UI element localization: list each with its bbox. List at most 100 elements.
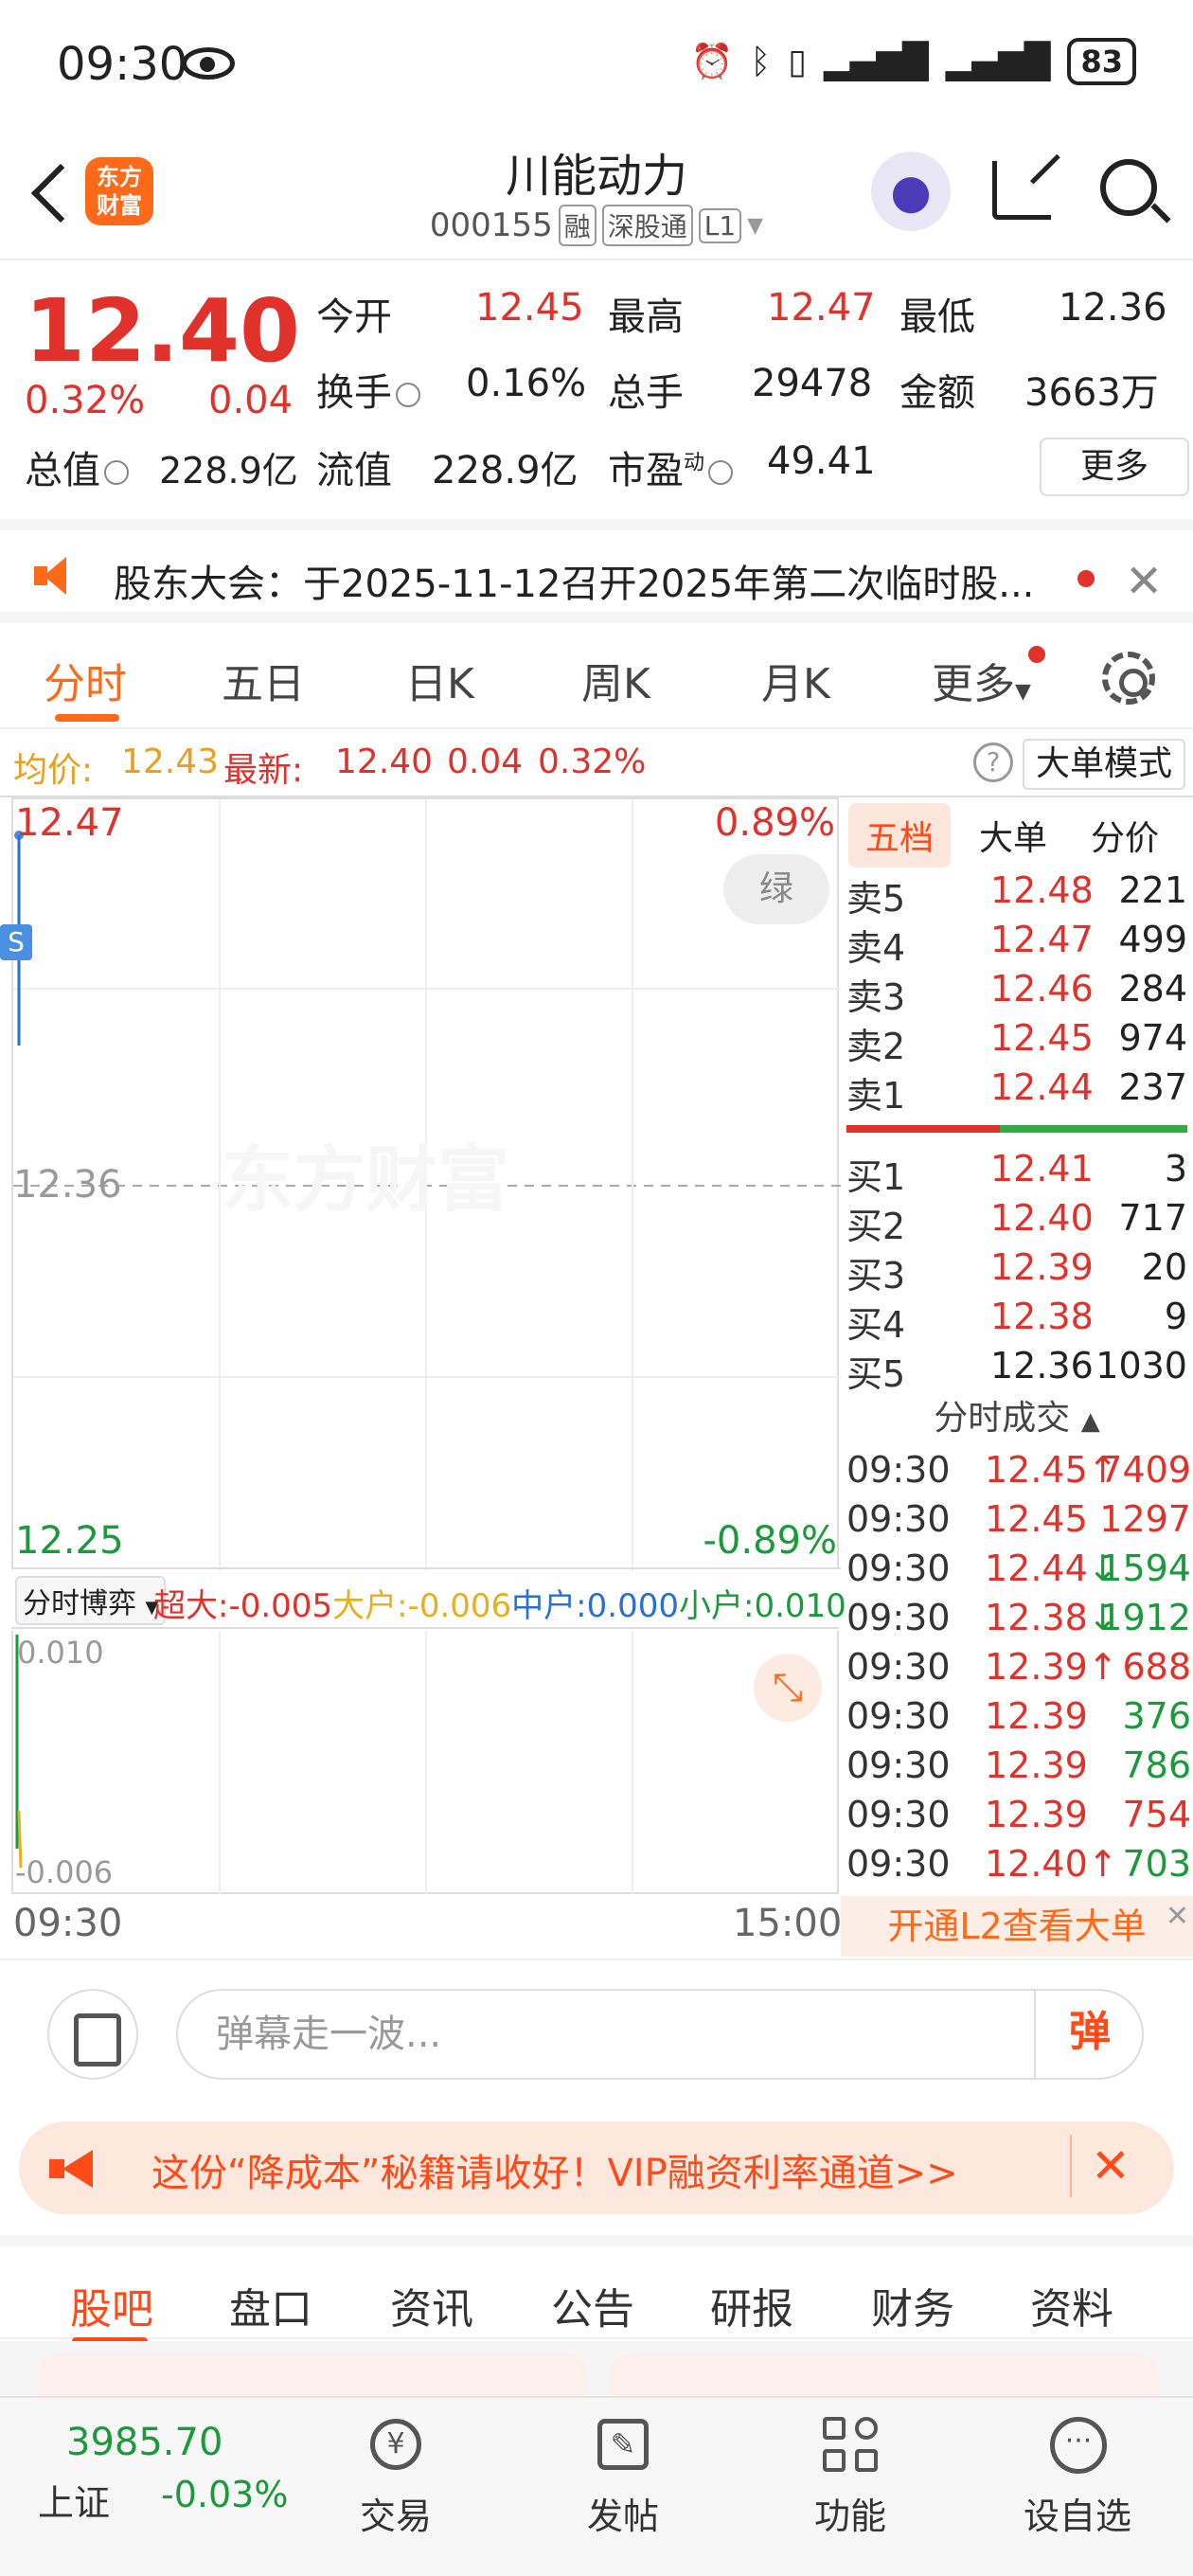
big-order-mode-button[interactable]: 大单模式	[1023, 739, 1186, 790]
ask-row[interactable]: 卖5 12.48 221	[846, 869, 1187, 920]
tab-profile[interactable]: 资料	[1030, 2275, 1113, 2335]
nav-post[interactable]: ✎ 发帖	[547, 2411, 699, 2539]
close-icon[interactable]: ✕	[1125, 555, 1163, 608]
tab-intraday[interactable]: 分时	[44, 650, 127, 710]
tab-big-orders[interactable]: 大单	[979, 811, 1047, 860]
ticks-title[interactable]: 分时成交 ▲	[841, 1390, 1193, 1440]
nav-watchlist[interactable]: ··· 设自选	[1002, 2411, 1153, 2539]
tab-research[interactable]: 研报	[710, 2275, 793, 2335]
status-bar: 09:30 ⏰ ᛒ ▯ ▂▄▆█ ▂▄▆█ 83	[0, 0, 1193, 133]
tick-volume: 1297	[1099, 1498, 1191, 1540]
intraday-chart[interactable]: 东方财富 12.47 12.36 12.25 0.89% -0.89% 绿 S	[0, 797, 841, 1571]
sub-chart[interactable]: 0.010 -0.006 ⤡	[11, 1631, 839, 1894]
promo-banner[interactable]: 这份“降成本”秘籍请收好！VIP融资利率通道>> ✕	[19, 2121, 1174, 2214]
info-icon[interactable]	[708, 460, 734, 485]
tick-price: 12.38↓	[985, 1597, 1118, 1638]
close-icon[interactable]: ✕	[1166, 1887, 1189, 1947]
more-button[interactable]: 更多	[1040, 438, 1189, 496]
tab-more-dot	[1028, 646, 1045, 663]
tick-row: 09:30 12.40↑ 703	[846, 1843, 1191, 1892]
bid-row[interactable]: 买4 12.38 9	[846, 1296, 1187, 1346]
tick-price: 12.45↑	[985, 1449, 1118, 1491]
status-icons: ⏰ ᛒ ▯ ▂▄▆█ ▂▄▆█ 83	[691, 38, 1136, 85]
danmu-input[interactable]: 弹幕走一波...	[176, 1989, 1144, 2080]
tab-five-day[interactable]: 五日	[222, 650, 305, 710]
tab-forum[interactable]: 股吧	[70, 2275, 153, 2335]
tick-time: 09:30	[846, 1547, 951, 1589]
tab-five-levels[interactable]: 五档	[848, 803, 952, 868]
ai-robot-icon[interactable]	[871, 152, 951, 231]
bid-row[interactable]: 买2 12.40 717	[846, 1197, 1187, 1247]
signal2-icon: ▂▄▆█	[945, 42, 1051, 81]
tick-price-value: 12.39	[985, 1794, 1088, 1835]
bid-row[interactable]: 买1 12.41 3	[846, 1148, 1187, 1198]
legend-item: 中户:0.000	[511, 1587, 679, 1625]
chevron-down-icon: ▼	[1015, 680, 1031, 704]
note-settings-icon[interactable]	[47, 1989, 138, 2080]
level-price: 12.41	[990, 1148, 1094, 1190]
tab-daily-k[interactable]: 日K	[405, 650, 474, 710]
help-icon[interactable]: ?	[973, 742, 1013, 782]
back-icon[interactable]	[27, 161, 74, 227]
signal-badge[interactable]: S	[0, 924, 32, 960]
gear-icon[interactable]	[1102, 652, 1155, 705]
expand-icon[interactable]: ⤡	[754, 1654, 822, 1722]
tab-handicap[interactable]: 盘口	[229, 2275, 312, 2335]
tag-margin: 融	[558, 205, 596, 246]
nav-trade-label: 交易	[359, 2496, 432, 2537]
l2-upgrade-bar[interactable]: 开通L2查看大单 ✕	[841, 1896, 1193, 1957]
chevron-down-icon[interactable]: ▼	[747, 214, 763, 238]
level-volume: 974	[1118, 1017, 1187, 1059]
float-value: 228.9亿	[432, 449, 579, 492]
tab-price-dist[interactable]: 分价	[1091, 811, 1159, 860]
tick-row: 09:30 12.45↑ 7409	[846, 1449, 1191, 1498]
ask-row[interactable]: 卖4 12.47 499	[846, 919, 1187, 969]
danmu-send-button[interactable]: 弹	[1034, 1989, 1144, 2080]
sub-indicator-select[interactable]: 分时博弈 ▼	[15, 1576, 167, 1625]
promo-text[interactable]: 这份“降成本”秘籍请收好！VIP融资利率通道>>	[151, 2142, 958, 2197]
bid-row[interactable]: 买3 12.39 20	[846, 1246, 1187, 1297]
level-label: 卖5	[846, 878, 906, 920]
tick-volume: 703	[1122, 1843, 1191, 1885]
tab-monthly-k[interactable]: 月K	[761, 650, 830, 710]
turnover-value: 0.16%	[466, 362, 587, 405]
ask-row[interactable]: 卖2 12.45 974	[846, 1017, 1187, 1067]
bluetooth-icon: ᛒ	[750, 42, 772, 81]
green-toggle-button[interactable]: 绿	[723, 854, 829, 924]
yuan-icon: ¥	[363, 2411, 429, 2478]
share-icon[interactable]	[992, 161, 1051, 220]
ask-row[interactable]: 卖1 12.44 237	[846, 1066, 1187, 1117]
bid-row[interactable]: 买5 12.36 1030	[846, 1345, 1187, 1395]
mcap-label: 总值	[25, 439, 129, 494]
nav-trade[interactable]: ¥ 交易	[320, 2411, 472, 2539]
index-change[interactable]: -0.03%	[161, 2474, 288, 2515]
mcap-label-text: 总值	[25, 449, 100, 492]
level-volume: 499	[1118, 919, 1187, 960]
close-icon[interactable]: ✕	[1070, 2135, 1131, 2197]
search-icon[interactable]	[1100, 159, 1157, 216]
open-value: 12.45	[475, 286, 584, 330]
nav-functions[interactable]: 功能	[775, 2411, 926, 2539]
tab-news[interactable]: 资讯	[390, 2275, 473, 2335]
tab-announcement[interactable]: 公告	[551, 2275, 634, 2335]
index-name[interactable]: 上证	[38, 2474, 110, 2526]
tab-more[interactable]: 更多▼	[932, 650, 1031, 710]
latest-pct: 0.32%	[538, 742, 647, 781]
y-mid-label: 12.36	[13, 1163, 122, 1207]
legend-name: 超大	[153, 1587, 218, 1625]
info-icon[interactable]	[104, 460, 129, 485]
tick-row: 09:30 12.45 1297	[846, 1498, 1191, 1547]
notice-text[interactable]: 股东大会：于2025-11-12召开2025年第二次临时股...	[114, 553, 1051, 608]
tab-finance[interactable]: 财务	[871, 2275, 954, 2335]
legend-value: -0.006	[407, 1587, 512, 1625]
tick-volume: 376	[1122, 1695, 1191, 1737]
tab-weekly-k[interactable]: 周K	[581, 650, 650, 710]
nav-post-label: 发帖	[586, 2496, 659, 2537]
ask-row[interactable]: 卖3 12.46 284	[846, 968, 1187, 1018]
index-value[interactable]: 3985.70	[66, 2421, 223, 2464]
notice-bar[interactable]: 股东大会：于2025-11-12召开2025年第二次临时股... ✕	[0, 519, 1193, 623]
pe-label-text: 市盈	[608, 449, 684, 492]
level-price: 12.44	[990, 1066, 1094, 1108]
info-icon[interactable]	[396, 383, 420, 407]
change-amount: 0.04	[208, 379, 294, 422]
